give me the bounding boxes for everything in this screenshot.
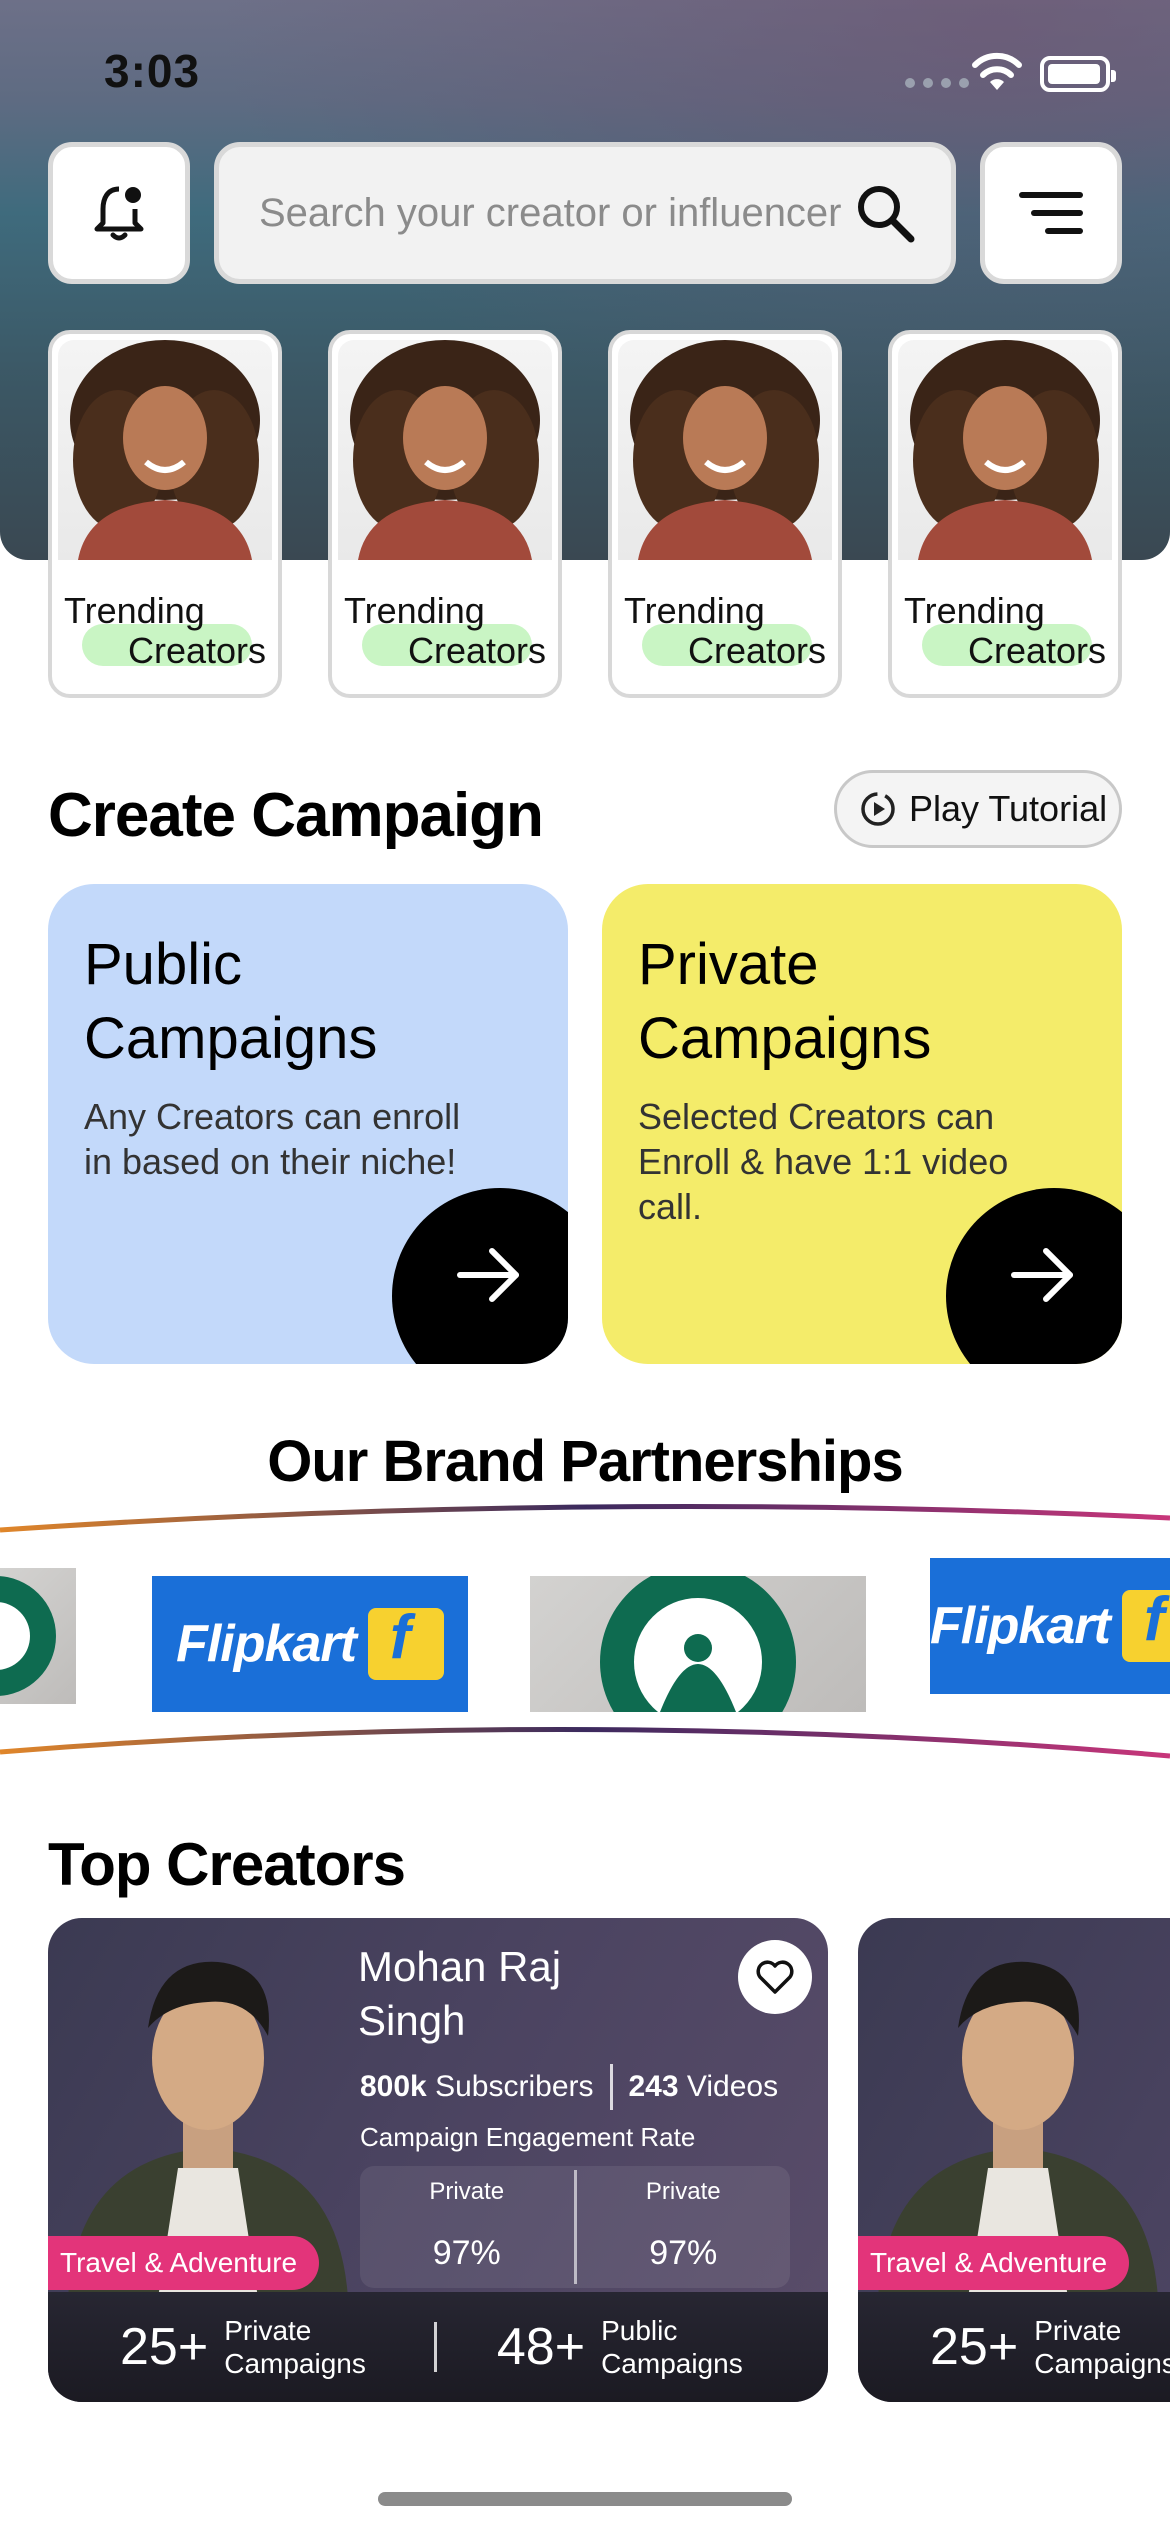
trending-creator-card[interactable]: Trending Creators [888,330,1122,698]
public-campaigns-title: Public Campaigns [84,932,378,1071]
search-icon[interactable] [853,181,917,245]
create-campaign-heading: Create Campaign [48,781,544,850]
trending-label: Trending Creators [344,590,546,671]
bell-icon [94,186,144,241]
niche-badge: Travel & Adventure [48,2236,320,2290]
public-campaigns-go-button[interactable] [392,1188,568,1364]
top-creators-heading: Top Creators [48,1831,406,1898]
trending-label: Trending Creators [904,590,1106,671]
campaign-counts: 25+ Private Campaigns 48+ Public Campaigns [48,2292,828,2402]
campaign-counts: 25+ Private Campaigns [858,2292,1170,2402]
flipkart-logo: Flipkart [152,1576,468,1712]
menu-button[interactable] [980,142,1122,284]
private-campaigns-title: Private Campaigns [638,932,932,1071]
home-indicator[interactable] [378,2492,792,2506]
brand-partnerships-heading: Our Brand Partnerships [267,1429,903,1494]
creator-card[interactable]: Mohan Raj Singh 800k Subscribers 243 Vid… [48,1918,828,2402]
arrow-right-icon [1011,1248,1073,1302]
battery-icon [1040,56,1116,92]
play-tutorial-label: Play Tutorial [909,788,1108,829]
public-campaigns-description: Any Creators can enroll in based on thei… [84,1096,461,1182]
trending-creator-card[interactable]: Trending Creators [608,330,842,698]
wifi-icon [972,52,1022,90]
niche-badge: Travel & Adventure [858,2236,1130,2290]
brand-logo-carousel[interactable]: Flipkart Flipkart [0,1500,1170,1770]
starbucks-logo [0,1568,76,1704]
hamburger-menu-icon [1019,192,1083,234]
trending-creator-card[interactable]: Trending Creators [328,330,562,698]
creator-photo [618,340,832,560]
public-campaigns-card[interactable]: Public Campaigns Any Creators can enroll… [48,884,568,1364]
creator-card[interactable]: Travel & Adventure 25+ Private Campaigns [858,1918,1170,2402]
notifications-button[interactable] [48,142,190,284]
play-tutorial-button[interactable]: Play Tutorial [834,770,1122,848]
trending-label: Trending Creators [64,590,266,671]
private-campaigns-description: Selected Creators can Enroll & have 1:1 … [638,1096,1009,1227]
trending-creator-card[interactable]: Trending Creators [48,330,282,698]
private-campaigns-card[interactable]: Private Campaigns Selected Creators can … [602,884,1122,1364]
favorite-button[interactable] [738,1940,812,2014]
creator-name: Mohan Raj Singh [358,1943,562,2044]
creator-photo [338,340,552,560]
app-screen: 3:03 Search your creator or influencer T… [0,0,1170,2532]
status-time: 3:03 [104,45,201,97]
arrow-right-icon [457,1248,519,1302]
engagement-rate-title: Campaign Engagement Rate [360,2122,696,2152]
flipkart-logo: Flipkart [930,1558,1170,1694]
creator-photo [898,340,1112,560]
search-input[interactable] [259,190,853,236]
creator-stats: 800k Subscribers 243 Videos [360,2064,778,2110]
starbucks-logo [530,1576,866,1712]
play-circle-icon [861,792,895,826]
search-bar[interactable] [214,142,956,284]
trending-label: Trending Creators [624,590,826,671]
cellular-signal-icon [905,78,969,88]
heart-icon [756,1960,794,1994]
engagement-rate-box: Private 97% Private 97% [360,2166,790,2288]
creator-photo [58,340,272,560]
